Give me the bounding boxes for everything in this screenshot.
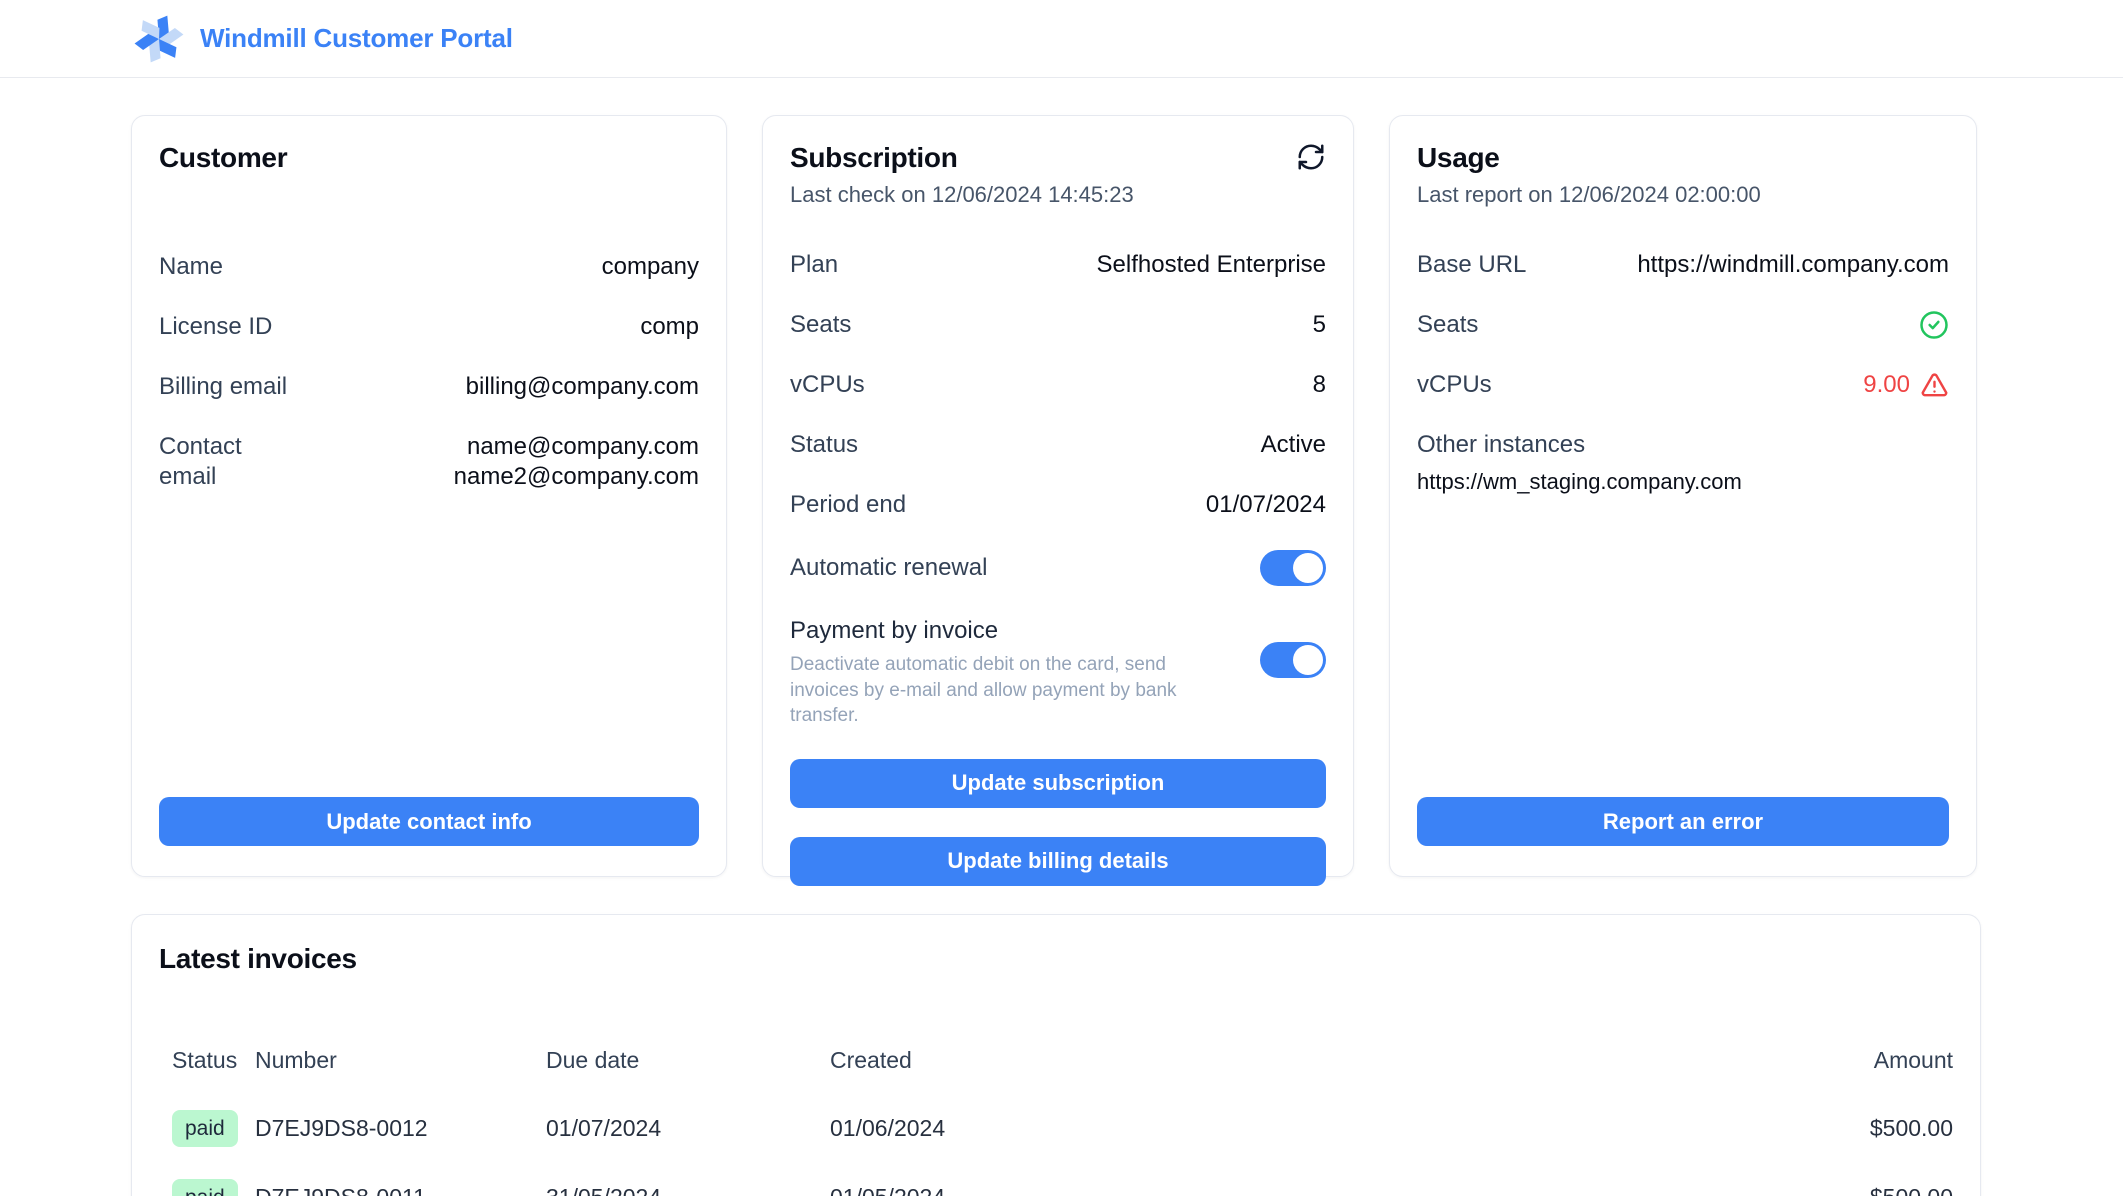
invoice-created: 01/05/2024 [830,1179,1733,1196]
usage-card-title: Usage [1417,142,1949,174]
other-instances-label: Other instances [1417,430,1949,460]
check-circle-icon [1919,310,1949,340]
customer-billing-email-row: Billing email billing@company.com [159,372,699,402]
contact-email-2: name2@company.com [454,462,699,492]
invoice-status-badge: paid [172,1179,238,1196]
seats-label: Seats [790,310,851,340]
customer-billing-email-label: Billing email [159,372,287,402]
customer-contact-email-value: name@company.com name2@company.com [454,432,699,492]
subscription-seats-row: Seats 5 [790,310,1326,340]
subscription-card-title: Subscription [790,142,958,174]
invoice-due-date: 31/05/2024 [546,1179,830,1196]
invoice-amount: $500.00 [1733,1179,1953,1196]
customer-contact-email-row: Contact email name@company.com name2@com… [159,432,699,492]
customer-license-row: License ID comp [159,312,699,342]
usage-vcpus-value-wrap: 9.00 [1863,370,1949,400]
usage-vcpus-value: 9.00 [1863,370,1910,400]
invoices-col-amount: Amount [1733,1047,1953,1110]
contact-email-1: name@company.com [454,432,699,462]
invoice-row: paid D7EJ9DS8-0012 01/07/2024 01/06/2024… [159,1110,1953,1179]
usage-last-report: Last report on 12/06/2024 02:00:00 [1417,182,1949,208]
invoices-header-row: Status Number Due date Created Amount [159,1047,1953,1110]
automatic-renewal-toggle[interactable] [1260,550,1326,586]
subscription-plan-row: Plan Selfhosted Enterprise [790,250,1326,280]
usage-base-url-row: Base URL https://windmill.company.com [1417,250,1949,280]
payment-by-invoice-description: Deactivate automatic debit on the card, … [790,652,1190,729]
invoices-col-created: Created [830,1047,1733,1110]
invoice-row: paid D7EJ9DS8-0011 31/05/2024 01/05/2024… [159,1179,1953,1196]
payment-by-invoice-label: Payment by invoice [790,617,998,644]
update-billing-details-button[interactable]: Update billing details [790,837,1326,886]
update-contact-info-button[interactable]: Update contact info [159,797,699,846]
other-instance-url: https://wm_staging.company.com [1417,469,1949,495]
windmill-logo-icon [133,13,185,65]
invoice-amount: $500.00 [1733,1110,1953,1179]
customer-card: Customer Name company License ID comp Bi… [131,115,727,877]
subscription-vcpus-row: vCPUs 8 [790,370,1326,400]
customer-name-value: company [602,252,699,282]
subscription-status-row: Status Active [790,430,1326,460]
payment-by-invoice-row: Payment by invoice Deactivate automatic … [790,616,1326,729]
subscription-last-check: Last check on 12/06/2024 14:45:23 [790,182,1326,208]
status-value: Active [1261,430,1326,460]
usage-seats-row: Seats [1417,310,1949,340]
usage-card: Usage Last report on 12/06/2024 02:00:00… [1389,115,1977,877]
base-url-label: Base URL [1417,250,1526,280]
latest-invoices-title: Latest invoices [159,943,1953,975]
invoice-number: D7EJ9DS8-0011 [255,1179,546,1196]
plan-label: Plan [790,250,838,280]
invoices-col-status: Status [159,1047,255,1110]
report-an-error-button[interactable]: Report an error [1417,797,1949,846]
seats-value: 5 [1313,310,1326,340]
automatic-renewal-label: Automatic renewal [790,553,987,583]
usage-vcpus-label: vCPUs [1417,370,1492,400]
other-instances-block: Other instances https://wm_staging.compa… [1417,430,1949,495]
payment-by-invoice-toggle[interactable] [1260,642,1326,678]
customer-billing-email-value: billing@company.com [466,372,699,402]
subscription-period-end-row: Period end 01/07/2024 [790,490,1326,520]
customer-license-label: License ID [159,312,272,342]
update-subscription-button[interactable]: Update subscription [790,759,1326,808]
main-content: Customer Name company License ID comp Bi… [0,78,1981,1196]
invoice-status-badge: paid [172,1110,238,1147]
invoice-due-date: 01/07/2024 [546,1110,830,1179]
alert-triangle-icon [1920,371,1949,400]
invoice-number: D7EJ9DS8-0012 [255,1110,546,1179]
customer-license-value: comp [640,312,699,342]
refresh-icon[interactable] [1296,142,1326,172]
customer-name-row: Name company [159,252,699,282]
period-end-value: 01/07/2024 [1206,490,1326,520]
base-url-value: https://windmill.company.com [1637,250,1949,280]
latest-invoices-card: Latest invoices Status Number Due date C… [131,914,1981,1196]
invoices-col-number: Number [255,1047,546,1110]
vcpus-value: 8 [1313,370,1326,400]
period-end-label: Period end [790,490,906,520]
invoices-table: Status Number Due date Created Amount pa… [159,1047,1953,1196]
top-bar: Windmill Customer Portal [0,0,2123,78]
plan-value: Selfhosted Enterprise [1097,250,1326,280]
usage-vcpus-row: vCPUs 9.00 [1417,370,1949,400]
app-title: Windmill Customer Portal [200,23,513,54]
subscription-card: Subscription Last check on 12/06/2024 14… [762,115,1354,877]
invoice-created: 01/06/2024 [830,1110,1733,1179]
customer-contact-email-label: Contact email [159,432,264,492]
automatic-renewal-row: Automatic renewal [790,550,1326,586]
customer-name-label: Name [159,252,223,282]
usage-seats-label: Seats [1417,310,1478,340]
status-label: Status [790,430,858,460]
invoices-col-due-date: Due date [546,1047,830,1110]
vcpus-label: vCPUs [790,370,865,400]
customer-card-title: Customer [159,142,699,174]
